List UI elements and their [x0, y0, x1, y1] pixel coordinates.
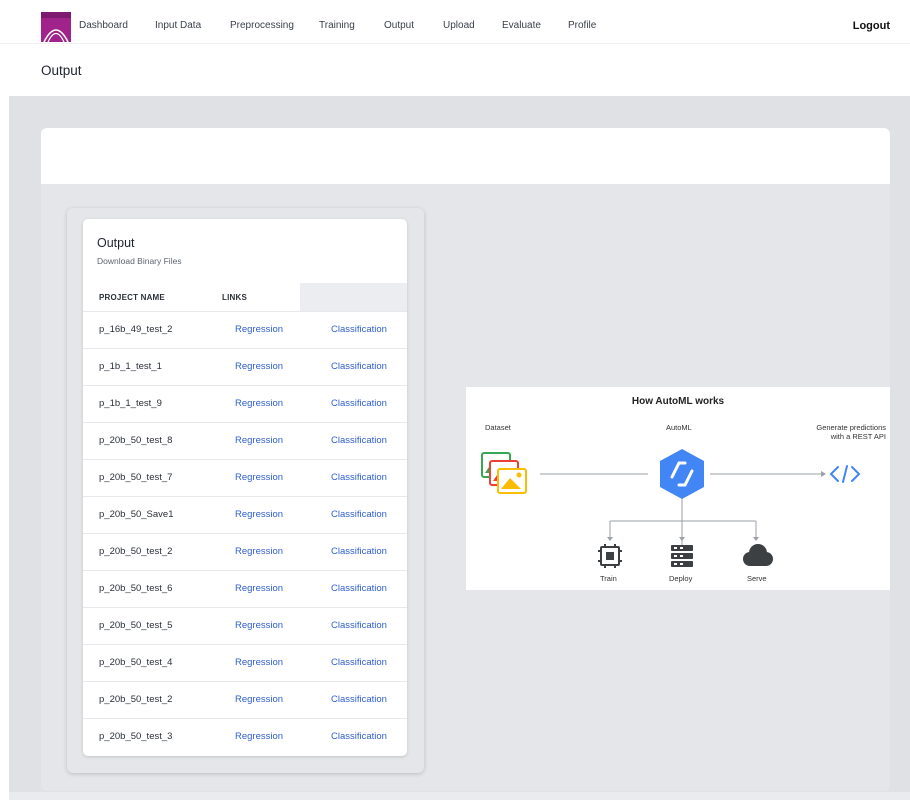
- regression-link[interactable]: Regression: [235, 583, 283, 594]
- classification-link[interactable]: Classification: [331, 435, 387, 446]
- nav-preprocessing[interactable]: Preprocessing: [230, 20, 294, 31]
- classification-link[interactable]: Classification: [331, 583, 387, 594]
- panel-header: [41, 128, 890, 184]
- dataset-icon: [481, 452, 527, 494]
- nav-evaluate[interactable]: Evaluate: [502, 20, 541, 31]
- project-name: p_16b_49_test_2: [99, 324, 173, 335]
- classification-link[interactable]: Classification: [331, 398, 387, 409]
- classification-link[interactable]: Classification: [331, 731, 387, 742]
- deploy-server-icon: [671, 545, 693, 567]
- regression-link[interactable]: Regression: [235, 694, 283, 705]
- automl-diagram: How AutoML works Dataset AutoML Generate…: [466, 387, 890, 590]
- page-title: Output: [41, 63, 82, 78]
- nav-profile[interactable]: Profile: [568, 20, 596, 31]
- classification-link[interactable]: Classification: [331, 657, 387, 668]
- header-empty-cell: [300, 283, 407, 311]
- classification-link[interactable]: Classification: [331, 472, 387, 483]
- project-name: p_20b_50_test_2: [99, 546, 173, 557]
- header-project-name: PROJECT NAME: [99, 293, 165, 302]
- table-row: p_20b_50_test_3 Regression Classificatio…: [83, 718, 407, 755]
- regression-link[interactable]: Regression: [235, 509, 283, 520]
- nav-input-data[interactable]: Input Data: [155, 20, 201, 31]
- header-links: LINKS: [222, 293, 247, 302]
- classification-link[interactable]: Classification: [331, 324, 387, 335]
- table-row: p_1b_1_test_1 Regression Classification: [83, 348, 407, 385]
- arrow-head-icon: [821, 471, 826, 477]
- top-navbar: Dashboard Input Data Preprocessing Train…: [0, 0, 910, 44]
- code-icon: [829, 465, 861, 483]
- project-name: p_20b_50_test_7: [99, 472, 173, 483]
- table-row: p_20b_50_test_5 Regression Classificatio…: [83, 607, 407, 644]
- table-row: p_20b_50_test_4 Regression Classificatio…: [83, 644, 407, 681]
- classification-link[interactable]: Classification: [331, 546, 387, 557]
- classification-link[interactable]: Classification: [331, 694, 387, 705]
- regression-link[interactable]: Regression: [235, 620, 283, 631]
- classification-link[interactable]: Classification: [331, 509, 387, 520]
- project-name: p_20b_50_test_4: [99, 657, 173, 668]
- table-header: PROJECT NAME LINKS: [83, 283, 407, 311]
- table-row: p_1b_1_test_9 Regression Classification: [83, 385, 407, 422]
- table-row: p_20b_50_test_8 Regression Classificatio…: [83, 422, 407, 459]
- train-label: Train: [600, 574, 617, 583]
- table-row: p_20b_50_test_7 Regression Classificatio…: [83, 459, 407, 496]
- regression-link[interactable]: Regression: [235, 398, 283, 409]
- table-row: p_20b_50_Save1 Regression Classification: [83, 496, 407, 533]
- table-row: p_20b_50_test_2 Regression Classificatio…: [83, 681, 407, 718]
- output-card: Output Download Binary Files PROJECT NAM…: [83, 219, 407, 756]
- nav-dashboard[interactable]: Dashboard: [79, 20, 128, 31]
- serve-cloud-icon: [743, 544, 773, 566]
- logout-button[interactable]: Logout: [853, 20, 890, 32]
- card-title: Output: [97, 236, 135, 250]
- deploy-label: Deploy: [669, 574, 693, 583]
- project-name: p_20b_50_Save1: [99, 509, 174, 520]
- regression-link[interactable]: Regression: [235, 546, 283, 557]
- regression-link[interactable]: Regression: [235, 731, 283, 742]
- project-name: p_1b_1_test_9: [99, 398, 162, 409]
- project-name: p_1b_1_test_1: [99, 361, 162, 372]
- regression-link[interactable]: Regression: [235, 657, 283, 668]
- regression-link[interactable]: Regression: [235, 361, 283, 372]
- regression-link[interactable]: Regression: [235, 324, 283, 335]
- card-subtitle: Download Binary Files: [97, 256, 182, 266]
- train-chip-icon: [598, 544, 622, 568]
- project-name: p_20b_50_test_5: [99, 620, 173, 631]
- table-row: p_20b_50_test_2 Regression Classificatio…: [83, 533, 407, 570]
- automl-icon: [660, 449, 704, 499]
- bottom-divider: [9, 792, 910, 800]
- table-row: p_20b_50_test_6 Regression Classificatio…: [83, 570, 407, 607]
- project-name: p_20b_50_test_3: [99, 731, 173, 742]
- project-name: p_20b_50_test_2: [99, 694, 173, 705]
- nav-training[interactable]: Training: [319, 20, 355, 31]
- serve-label: Serve: [747, 574, 767, 583]
- regression-link[interactable]: Regression: [235, 472, 283, 483]
- regression-link[interactable]: Regression: [235, 435, 283, 446]
- automl-flow-graphic: [481, 449, 861, 568]
- table-row: p_16b_49_test_2 Regression Classificatio…: [83, 311, 407, 348]
- classification-link[interactable]: Classification: [331, 620, 387, 631]
- classification-link[interactable]: Classification: [331, 361, 387, 372]
- app-logo[interactable]: [41, 12, 71, 42]
- nav-upload[interactable]: Upload: [443, 20, 475, 31]
- project-name: p_20b_50_test_6: [99, 583, 173, 594]
- project-name: p_20b_50_test_8: [99, 435, 173, 446]
- nav-output[interactable]: Output: [384, 20, 414, 31]
